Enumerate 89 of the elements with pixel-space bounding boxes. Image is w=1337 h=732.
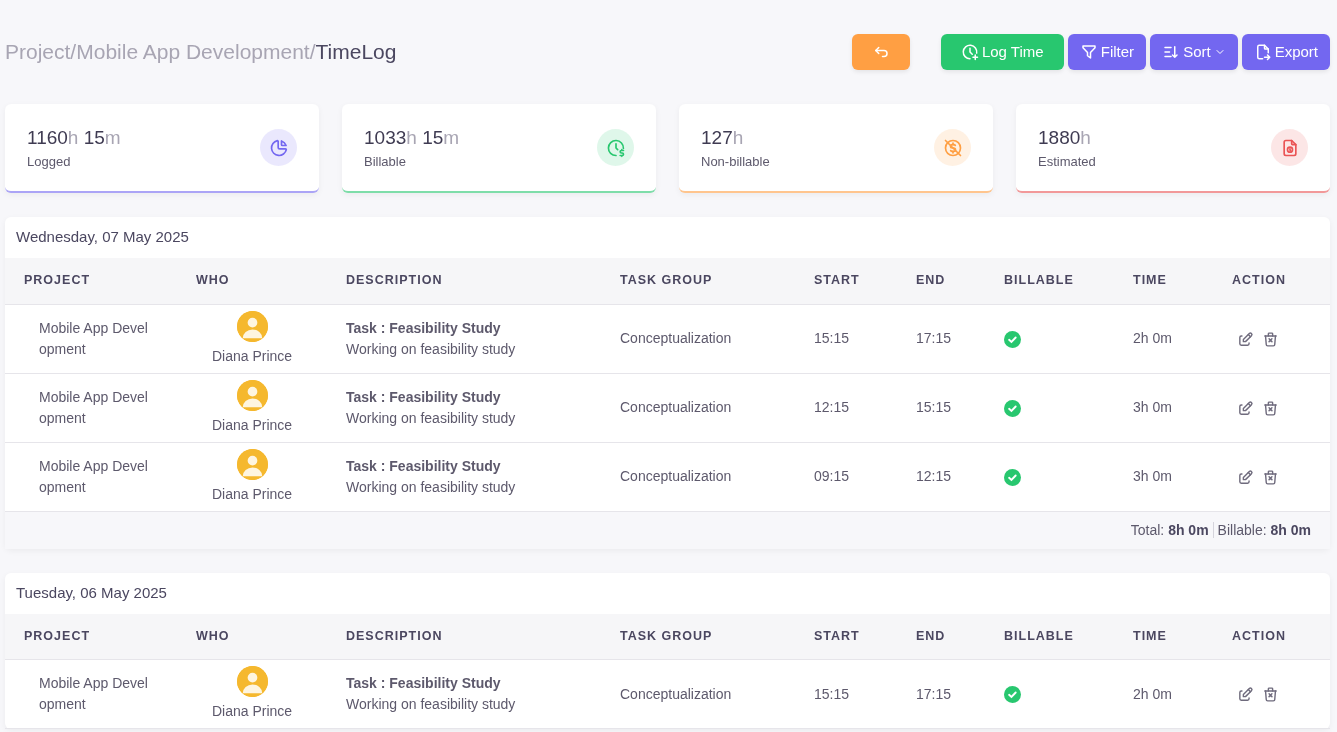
user-name: Diana Prince [210, 702, 294, 721]
time-spent: 2h 0m [1114, 659, 1213, 729]
start-time: 15:15 [795, 304, 897, 373]
trash-icon [1262, 686, 1279, 704]
edit-icon [1237, 330, 1254, 348]
pie-chart-icon [268, 137, 289, 158]
end-time: 17:15 [897, 659, 985, 729]
column-header: TIME [1114, 613, 1213, 660]
start-time: 09:15 [795, 442, 897, 511]
column-header: ACTION [1213, 258, 1330, 304]
total-summary: Billable: 8h 0m [1217, 520, 1311, 540]
clock-plus-icon [960, 43, 979, 61]
trash-icon [1262, 330, 1279, 348]
project-name: Mobile App Development [39, 674, 149, 714]
export-button[interactable]: Export [1241, 34, 1330, 70]
column-header: DESCRIPTION [327, 258, 601, 304]
sort-icon [1162, 43, 1181, 61]
avatar [236, 448, 268, 480]
avatar [236, 666, 268, 697]
stat-value: 1033h 15m [364, 125, 460, 150]
stat-label: Non-billable [701, 153, 770, 171]
task-group: Conceptualization [601, 659, 795, 729]
day-date: Wednesday, 07 May 2025 [15, 227, 190, 248]
crossed-coin-icon [942, 137, 963, 158]
project-name: Mobile App Development [39, 456, 149, 497]
task-group: Conceptualization [601, 304, 795, 373]
task-note: Working on feasibility study [346, 477, 517, 497]
column-header: DESCRIPTION [327, 613, 601, 660]
column-header: START [795, 258, 897, 304]
breadcrumb-link[interactable]: Project [5, 36, 71, 68]
end-time: 12:15 [897, 442, 985, 511]
stat-value: 1880h [1038, 125, 1092, 150]
stat-value: 127h [701, 125, 745, 150]
task-note: Working on feasibility study [346, 408, 517, 428]
stat-label: Billable [364, 153, 407, 171]
column-header: TASK GROUP [601, 613, 795, 660]
edit-icon [1237, 686, 1254, 704]
day-date: Tuesday, 06 May 2025 [15, 582, 168, 603]
task-group: Conceptualization [601, 442, 795, 511]
filter-icon [1079, 43, 1098, 61]
user-name: Diana Prince [210, 484, 294, 504]
time-spent: 3h 0m [1114, 442, 1213, 511]
start-time: 12:15 [795, 373, 897, 442]
trash-icon [1262, 468, 1279, 486]
project-name: Mobile App Development [39, 318, 149, 359]
user-name: Diana Prince [210, 346, 294, 366]
column-header: TIME [1114, 258, 1213, 304]
stat-label: Logged [27, 153, 72, 171]
column-header: START [795, 613, 897, 660]
end-time: 15:15 [897, 373, 985, 442]
project-name: Mobile App Development [39, 387, 149, 428]
column-header: PROJECT [5, 613, 177, 660]
edit-icon [1237, 468, 1254, 486]
task-note: Working on feasibility study [346, 695, 517, 714]
avatar [236, 310, 268, 342]
end-time: 17:15 [897, 304, 985, 373]
stat-value: 1160h 15m [27, 125, 121, 150]
task-note: Working on feasibility study [346, 339, 517, 359]
column-header: WHO [177, 258, 327, 304]
column-header: PROJECT [5, 258, 177, 304]
clock-dollar-icon [605, 137, 626, 158]
stat-label: Estimated [1038, 153, 1096, 171]
trash-icon [1262, 399, 1279, 417]
edit-icon [1237, 399, 1254, 417]
breadcrumb-link[interactable]: Mobile App Development [76, 36, 310, 68]
task-title: Task : Feasibility Study [346, 674, 502, 693]
task-title: Task : Feasibility Study [346, 456, 502, 476]
start-time: 15:15 [795, 659, 897, 729]
avatar [236, 379, 268, 411]
total-summary: Total: 8h 0m [1130, 520, 1209, 540]
user-name: Diana Prince [210, 415, 294, 435]
filter-button[interactable]: Filter [1067, 34, 1147, 70]
task-title: Task : Feasibility Study [346, 318, 502, 338]
column-header: END [897, 258, 985, 304]
column-header: END [897, 613, 985, 660]
column-header: BILLABLE [985, 613, 1114, 660]
task-group: Conceptualization [601, 373, 795, 442]
time-spent: 3h 0m [1114, 373, 1213, 442]
time-spent: 2h 0m [1114, 304, 1213, 373]
breadcrumb-current: TimeLog [315, 39, 397, 66]
sort-button[interactable]: Sort [1150, 34, 1238, 70]
column-header: TASK GROUP [601, 258, 795, 304]
column-header: BILLABLE [985, 258, 1114, 304]
breadcrumb-separator: / [309, 39, 316, 66]
column-header: WHO [177, 613, 327, 660]
task-title: Task : Feasibility Study [346, 387, 502, 407]
log-button[interactable]: Log Time [940, 34, 1064, 70]
column-header: ACTION [1213, 613, 1330, 660]
breadcrumb-separator: / [70, 39, 77, 66]
